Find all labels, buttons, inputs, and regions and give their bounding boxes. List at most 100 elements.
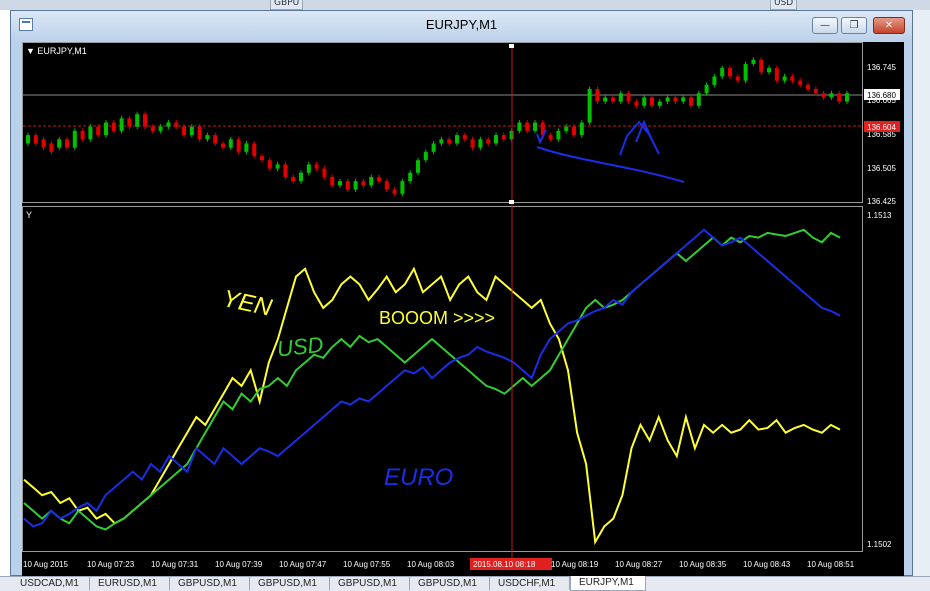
time-axis: 10 Aug 2015 10 Aug 07:23 10 Aug 07:31 10 Au… <box>23 558 855 570</box>
candle-bearish <box>283 164 288 177</box>
candle-bullish <box>564 126 569 131</box>
tab-gbpusd-m1[interactable]: GBPUSD,M1 <box>410 577 490 590</box>
price-axis: 136.745 136.665 136.585 136.505 136.425 <box>867 63 896 206</box>
candle-bullish <box>556 130 561 140</box>
candle-bullish <box>696 93 701 106</box>
tab-usdchf-m1[interactable]: USDCHF,M1 <box>490 577 570 590</box>
time-tick: 10 Aug 08:35 <box>679 560 727 569</box>
time-tick: 10 Aug 07:55 <box>343 560 391 569</box>
candle-bearish <box>673 97 678 102</box>
candle-bearish <box>377 176 381 182</box>
candle-bullish <box>119 118 124 131</box>
candle-bearish <box>150 126 155 131</box>
candle-bearish <box>611 97 615 102</box>
candle-bullish <box>205 135 210 140</box>
time-tick: 10 Aug 08:03 <box>407 560 455 569</box>
chart-canvas[interactable]: ▼ EURJPY,M1 Y 136.745 136.665 136.585 13… <box>22 42 904 576</box>
candle-bearish <box>595 89 600 102</box>
candle-bullish <box>26 135 30 144</box>
tab-eurjpy-m1[interactable]: EURJPY,M1 <box>570 576 646 591</box>
time-tick: 10 Aug 08:43 <box>743 560 791 569</box>
candle-bullish <box>829 93 834 98</box>
restore-button[interactable]: ❐ <box>841 17 867 34</box>
candle-bearish <box>470 139 475 148</box>
time-tick: 10 Aug 08:51 <box>807 560 855 569</box>
time-tick: 10 Aug 07:23 <box>87 560 135 569</box>
candle-bearish <box>798 80 803 85</box>
time-tick: 10 Aug 07:31 <box>151 560 199 569</box>
candle-bullish <box>517 122 522 131</box>
candle-bullish <box>743 63 748 81</box>
price-tick: 136.505 <box>867 164 896 173</box>
candle-bearish <box>111 122 116 131</box>
candle-bearish <box>392 189 397 194</box>
indicator-scale-min: 1.1502 <box>867 540 892 549</box>
candle-bullish <box>533 122 537 131</box>
tab-gbpusd-m1[interactable]: GBPUSD,M1 <box>330 577 410 590</box>
tab-eurusd-m1[interactable]: EURUSD,M1 <box>90 577 170 590</box>
chart-area[interactable]: ▼ EURJPY,M1 Y 136.745 136.665 136.585 13… <box>22 42 904 576</box>
candle-bullish <box>681 97 686 102</box>
candle-bullish <box>665 97 670 102</box>
candle-bearish <box>361 181 366 186</box>
candle-bearish <box>813 89 818 94</box>
tab-usdcad-m1[interactable]: USDCAD,M1 <box>12 577 90 590</box>
candle-bearish <box>634 101 639 106</box>
crosshair-marker-bottom <box>509 200 514 204</box>
hand-drawn-arrow-up <box>619 119 660 156</box>
candle-bullish <box>104 122 108 136</box>
candle-bearish <box>174 122 179 127</box>
candle-bullish <box>439 139 444 144</box>
candle-bearish <box>267 160 272 169</box>
candle-bearish <box>626 93 631 102</box>
crosshair-time-label: 2015.08.10 08:18 <box>473 560 536 569</box>
candle-bullish <box>767 68 771 73</box>
candle-bearish <box>384 181 389 190</box>
candle-bullish <box>158 126 163 131</box>
background-window-strip: GBPU USD <box>0 0 930 10</box>
candle-bearish <box>127 118 132 127</box>
candle-bullish <box>57 139 62 148</box>
candle-bullish <box>400 181 405 194</box>
candle-bullish <box>228 139 233 148</box>
candle-bearish <box>96 126 101 136</box>
candle-bearish <box>735 76 740 81</box>
candle-bullish <box>416 160 420 173</box>
background-window-gbpu[interactable]: GBPU <box>270 0 304 10</box>
candle-bearish <box>774 68 779 81</box>
price-tick: 136.425 <box>867 197 896 206</box>
candle-bullish <box>88 126 93 140</box>
crosshair-marker-top <box>509 44 514 48</box>
candle-bearish <box>728 68 732 77</box>
candle-bullish <box>579 122 584 136</box>
candle-bullish <box>338 181 342 186</box>
candle-bullish <box>189 126 194 136</box>
tab-gbpusd-m1[interactable]: GBPUSD,M1 <box>170 577 250 590</box>
minimize-button[interactable]: — <box>812 17 838 34</box>
candle-bearish <box>447 139 452 144</box>
candle-bearish <box>462 135 467 140</box>
window-titlebar[interactable]: EURJPY,M1 — ❐ ✕ <box>11 11 912 41</box>
candle-bullish <box>423 151 428 161</box>
candle-bullish <box>369 176 374 186</box>
indicator-scale-max: 1.1513 <box>867 211 892 220</box>
candle-bearish <box>314 164 319 169</box>
candle-bearish <box>221 143 225 148</box>
background-window-usd[interactable]: USD <box>770 0 798 10</box>
candles-group <box>26 57 849 197</box>
candle-bearish <box>790 76 795 81</box>
candle-bullish <box>455 135 459 144</box>
candle-bullish <box>166 122 171 127</box>
euro-annotation: EURO <box>384 464 453 491</box>
candle-bullish <box>618 93 623 102</box>
candle-bearish <box>759 59 764 73</box>
candle-bullish <box>845 93 849 102</box>
tab-gbpusd-m1[interactable]: GBPUSD,M1 <box>250 577 330 590</box>
candle-bullish <box>478 139 483 148</box>
yen-annotation: YEN <box>220 285 275 322</box>
price-panel-label: ▼ EURJPY,M1 <box>26 46 87 56</box>
close-button[interactable]: ✕ <box>873 17 905 34</box>
candle-bearish <box>80 130 85 140</box>
indicator-panel-label: Y <box>26 210 32 220</box>
candle-bullish <box>751 59 756 64</box>
